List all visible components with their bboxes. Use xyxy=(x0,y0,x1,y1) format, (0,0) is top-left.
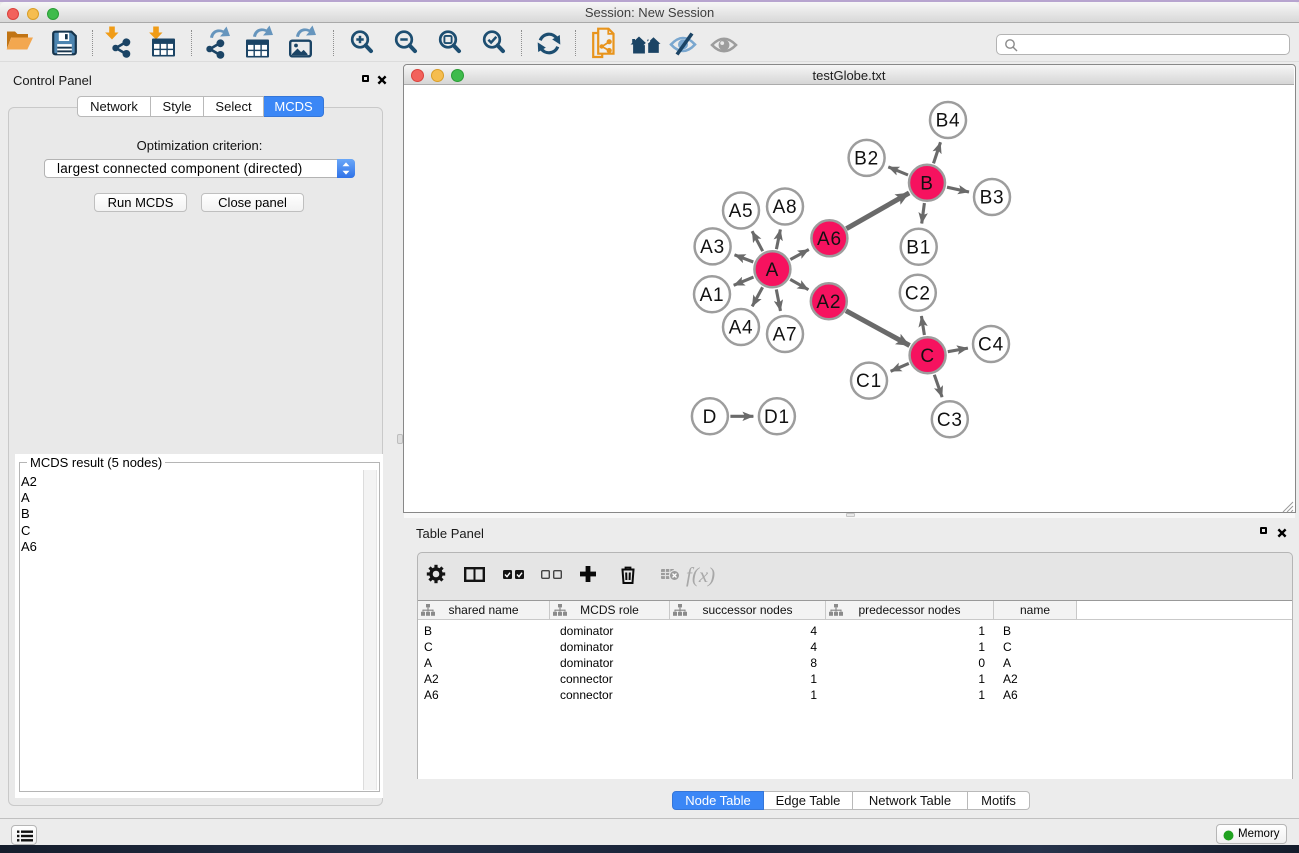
svg-text:B3: B3 xyxy=(980,188,1005,209)
svg-text:A2: A2 xyxy=(816,292,841,313)
svg-text:C1: C1 xyxy=(856,371,882,392)
svg-text:f(x): f(x) xyxy=(686,563,715,587)
svg-text:C3: C3 xyxy=(937,410,963,431)
svg-text:C: C xyxy=(920,346,935,367)
svg-text:B4: B4 xyxy=(936,111,961,132)
svg-text:A5: A5 xyxy=(729,201,754,222)
svg-text:C2: C2 xyxy=(905,283,931,304)
svg-text:A6: A6 xyxy=(817,229,842,250)
svg-text:A8: A8 xyxy=(773,197,798,218)
svg-text:A3: A3 xyxy=(700,237,725,258)
svg-text:C4: C4 xyxy=(978,335,1004,356)
svg-text:B: B xyxy=(920,173,933,194)
svg-text:A7: A7 xyxy=(773,325,798,346)
svg-text:A1: A1 xyxy=(700,285,725,306)
svg-text:B2: B2 xyxy=(854,149,879,170)
svg-text:D1: D1 xyxy=(764,407,790,428)
svg-text:D: D xyxy=(703,407,718,428)
svg-text:B1: B1 xyxy=(906,237,931,258)
svg-text:A4: A4 xyxy=(729,318,754,339)
svg-text:A: A xyxy=(766,260,779,281)
